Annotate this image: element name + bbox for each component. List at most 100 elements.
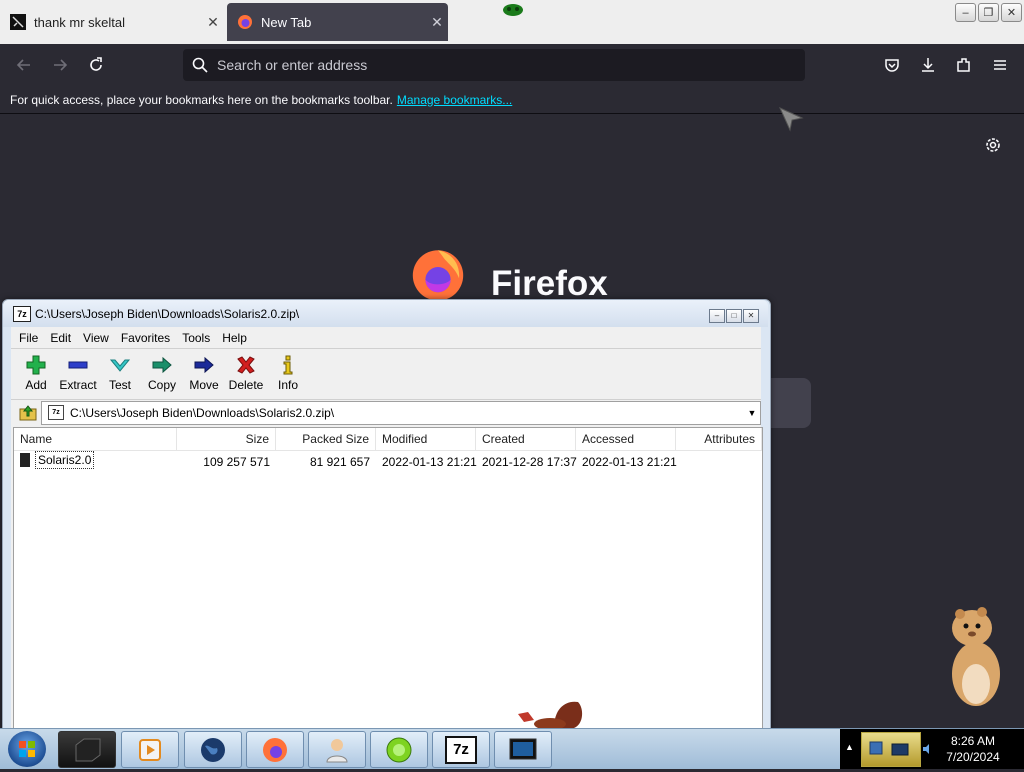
show-hidden-icons-button[interactable]: ▲ bbox=[845, 742, 854, 752]
forward-button[interactable] bbox=[46, 52, 74, 78]
tab-title: New Tab bbox=[261, 14, 312, 30]
info-button[interactable]: Info bbox=[267, 349, 309, 399]
close-tab-icon[interactable]: ✕ bbox=[202, 14, 224, 31]
reload-button[interactable] bbox=[82, 52, 110, 78]
close-window-button[interactable]: ✕ bbox=[743, 309, 759, 323]
restore-button[interactable]: ❐ bbox=[978, 3, 999, 22]
clock-time: 8:26 AM bbox=[950, 734, 996, 748]
taskbar-item-media-player[interactable] bbox=[121, 731, 179, 768]
taskbar-item-7zip[interactable]: 7z bbox=[432, 731, 490, 768]
browser-navbar bbox=[0, 44, 1024, 86]
menu-help[interactable]: Help bbox=[222, 331, 247, 345]
cell-size: 109 257 571 bbox=[203, 455, 270, 469]
column-accessed[interactable]: Accessed bbox=[576, 428, 676, 450]
path-combobox[interactable]: 7z C:\Users\Joseph Biden\Downloads\Solar… bbox=[41, 400, 761, 425]
forward-arrow-icon bbox=[54, 59, 68, 71]
archive-window-titlebar[interactable]: 7z C:\Users\Joseph Biden\Downloads\Solar… bbox=[3, 300, 768, 327]
taskbar-item-user-contact[interactable] bbox=[308, 731, 366, 768]
clock[interactable]: 8:26 AM 7/20/2024 bbox=[938, 733, 1008, 765]
column-modified[interactable]: Modified bbox=[376, 428, 476, 450]
mouse-cursor-icon bbox=[778, 106, 804, 132]
taskbar-item-green-ball[interactable] bbox=[370, 731, 428, 768]
network-icon bbox=[869, 741, 909, 756]
turkey-sprite bbox=[518, 701, 583, 730]
menu-view[interactable]: View bbox=[83, 331, 109, 345]
media-player-icon bbox=[139, 738, 161, 761]
copy-button[interactable]: Copy bbox=[141, 349, 183, 399]
back-arrow-icon bbox=[16, 59, 30, 71]
column-size[interactable]: Size bbox=[177, 428, 276, 450]
column-name[interactable]: Name bbox=[14, 428, 177, 450]
close-tab-icon[interactable]: ✕ bbox=[426, 14, 448, 31]
cell-accessed: 2022-01-13 21:21 bbox=[582, 455, 677, 469]
chevron-down-icon[interactable]: ▼ bbox=[744, 408, 760, 418]
menu-tools[interactable]: Tools bbox=[182, 331, 210, 345]
taskbar-item-globe[interactable] bbox=[184, 731, 242, 768]
hamburger-menu-icon bbox=[994, 60, 1006, 70]
newtab-search-box[interactable] bbox=[768, 378, 811, 428]
folder-icon bbox=[20, 453, 30, 467]
archive-toolbar: Add Extract Test Copy Move Delete Info bbox=[11, 349, 761, 400]
add-button[interactable]: Add bbox=[15, 349, 57, 399]
path-bar: 7z C:\Users\Joseph Biden\Downloads\Solar… bbox=[11, 400, 761, 425]
extract-button[interactable]: Extract bbox=[57, 349, 99, 399]
tray-icons-group[interactable] bbox=[861, 732, 921, 767]
extract-label: Extract bbox=[59, 378, 97, 392]
gear-icon[interactable] bbox=[983, 135, 1003, 155]
extensions-button[interactable] bbox=[950, 52, 978, 78]
plus-icon bbox=[26, 355, 46, 375]
7zip-icon: 7z bbox=[445, 735, 477, 764]
minimize-button[interactable]: – bbox=[955, 3, 976, 22]
address-input[interactable] bbox=[215, 56, 779, 74]
reload-icon bbox=[90, 57, 102, 71]
skeleton-favicon-icon bbox=[10, 14, 26, 30]
maximize-button[interactable]: □ bbox=[726, 309, 742, 323]
table-row[interactable]: Solaris2.0 109 257 571 81 921 657 2022-0… bbox=[14, 451, 762, 473]
cell-name: Solaris2.0 bbox=[14, 451, 177, 473]
cell-packed-size: 81 921 657 bbox=[309, 455, 370, 469]
firefox-icon bbox=[263, 737, 287, 762]
manage-bookmarks-link[interactable]: Manage bookmarks... bbox=[397, 93, 512, 107]
firefox-logo-icon bbox=[412, 250, 464, 301]
info-icon bbox=[283, 355, 293, 375]
column-packed-size[interactable]: Packed Size bbox=[276, 428, 376, 450]
taskbar-item-monitor[interactable] bbox=[494, 731, 552, 768]
back-button[interactable] bbox=[10, 52, 38, 78]
green-ball-icon bbox=[386, 737, 412, 762]
menu-edit[interactable]: Edit bbox=[50, 331, 71, 345]
browser-tab-strip: thank mr skeltal ✕ New Tab ✕ – ❐ ✕ bbox=[0, 0, 1024, 44]
download-icon bbox=[922, 58, 934, 72]
path-text: C:\Users\Joseph Biden\Downloads\Solaris2… bbox=[70, 405, 335, 420]
delete-label: Delete bbox=[228, 378, 264, 392]
tab-new-tab[interactable]: New Tab ✕ bbox=[227, 3, 448, 41]
file-name: Solaris2.0 bbox=[35, 451, 95, 469]
menu-favorites[interactable]: Favorites bbox=[121, 331, 170, 345]
puzzle-piece-icon bbox=[957, 58, 970, 72]
pocket-button[interactable] bbox=[878, 52, 906, 78]
add-label: Add bbox=[25, 378, 47, 392]
minimize-button[interactable]: – bbox=[709, 309, 725, 323]
taskbar-item-firefox[interactable] bbox=[246, 731, 304, 768]
pocket-icon bbox=[885, 59, 899, 72]
delete-button[interactable]: Delete bbox=[225, 349, 267, 399]
move-button[interactable]: Move bbox=[183, 349, 225, 399]
cell-created: 2021-12-28 17:37 bbox=[482, 455, 577, 469]
hamster-sprite bbox=[952, 607, 1000, 706]
menu-file[interactable]: File bbox=[19, 331, 38, 345]
firefox-favicon-icon bbox=[238, 15, 252, 29]
info-label: Info bbox=[277, 378, 298, 392]
column-created[interactable]: Created bbox=[476, 428, 576, 450]
firefox-wordmark: Firefox bbox=[491, 264, 608, 302]
column-attributes[interactable]: Attributes bbox=[676, 428, 762, 450]
menu-button[interactable] bbox=[986, 52, 1014, 78]
address-bar[interactable] bbox=[183, 49, 805, 81]
taskbar-item-terminal[interactable] bbox=[58, 731, 116, 768]
volume-icon[interactable] bbox=[921, 743, 933, 755]
up-folder-button[interactable] bbox=[15, 403, 41, 423]
test-button[interactable]: Test bbox=[99, 349, 141, 399]
close-window-button[interactable]: ✕ bbox=[1001, 3, 1022, 22]
delete-x-icon bbox=[237, 356, 255, 374]
tab-thank-mr-skeltal[interactable]: thank mr skeltal ✕ bbox=[0, 3, 224, 41]
downloads-button[interactable] bbox=[914, 52, 942, 78]
start-button[interactable] bbox=[8, 731, 46, 767]
